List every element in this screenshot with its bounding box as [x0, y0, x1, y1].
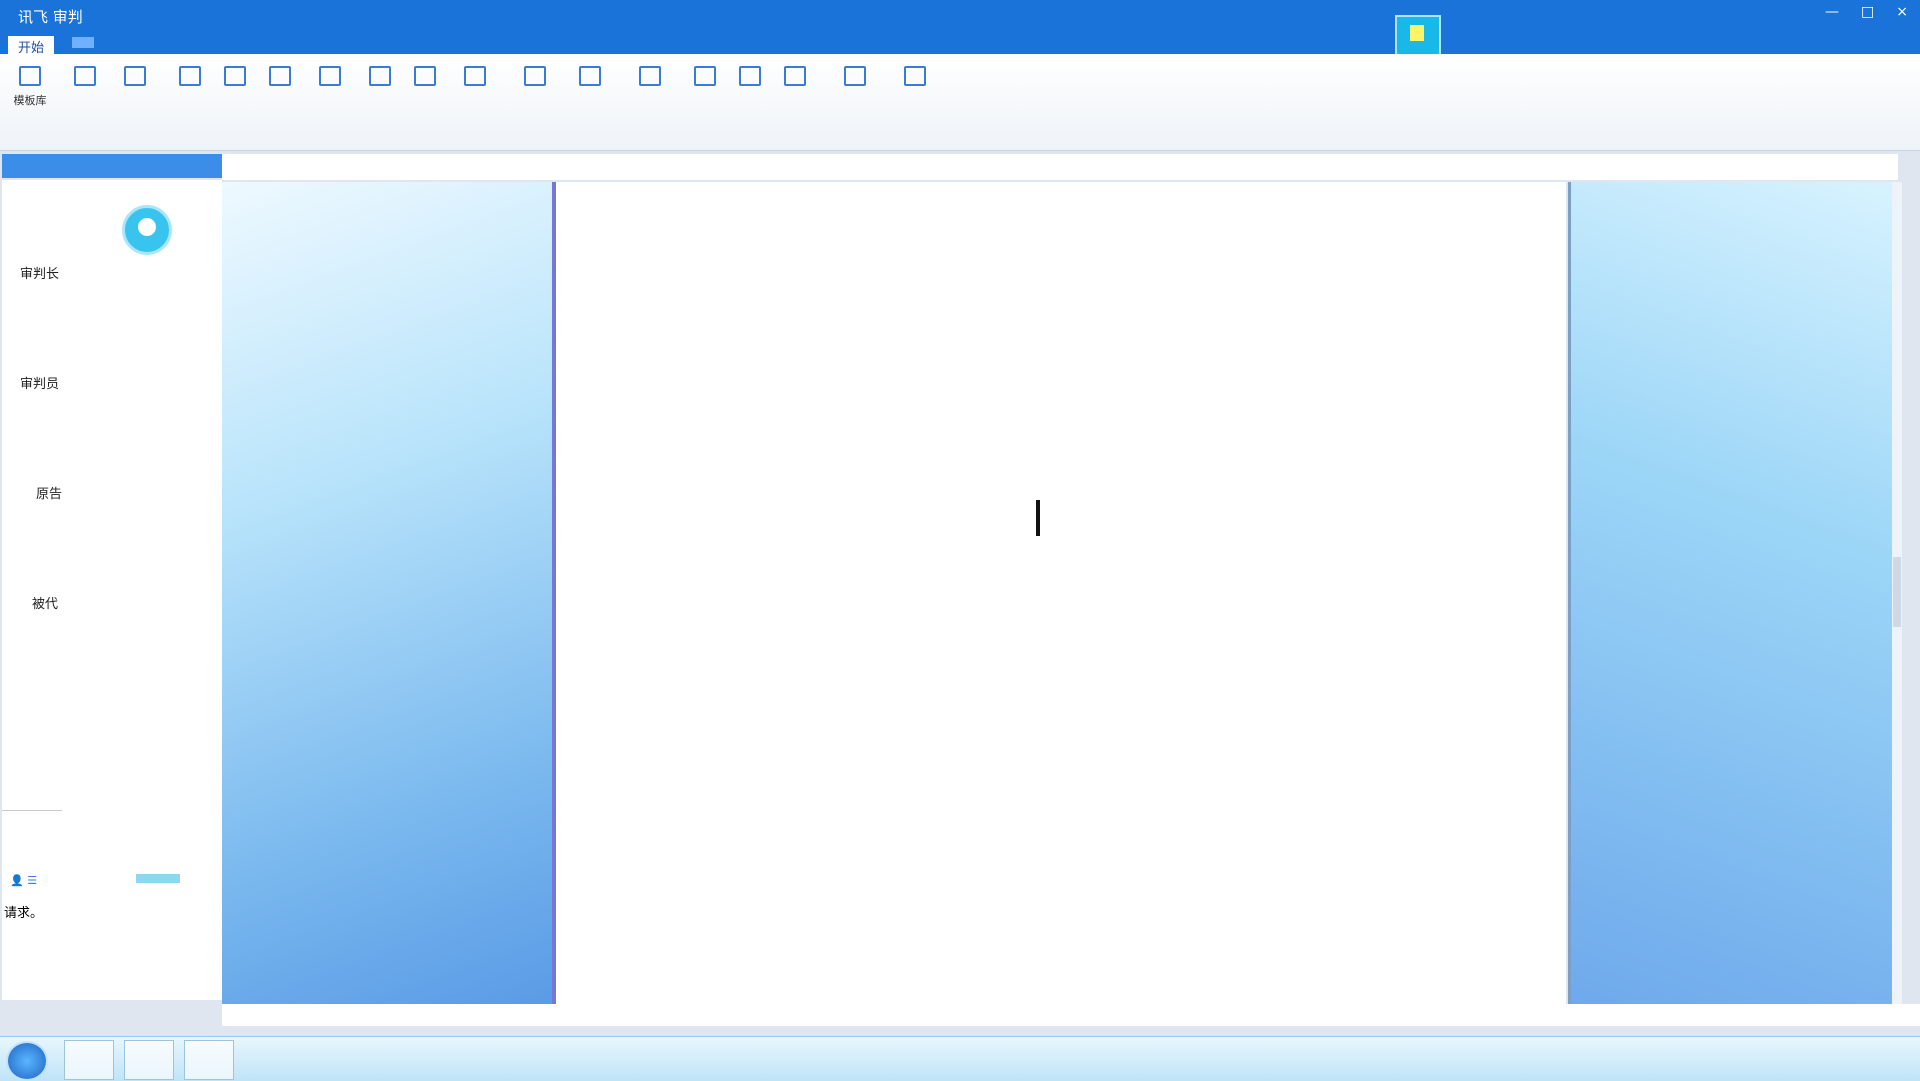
close-button[interactable]: ×: [1896, 4, 1908, 20]
pause-icon: [224, 66, 246, 86]
tab-other[interactable]: [72, 37, 94, 48]
editor-background-left: [222, 182, 556, 1004]
participant-label: 审判员: [20, 377, 60, 392]
avatar[interactable]: [122, 205, 172, 255]
tool-button[interactable]: [505, 66, 565, 92]
document-icon: [74, 66, 96, 86]
document-page[interactable]: [556, 182, 1566, 1004]
document-header: [222, 154, 1898, 180]
participant-label: 审判长: [20, 267, 60, 282]
vertical-scrollbar[interactable]: [1892, 182, 1902, 1004]
participant-label: 被代: [32, 597, 59, 612]
box-icon: [784, 66, 806, 86]
taskbar-editor-icon[interactable]: [184, 1040, 234, 1080]
editor-background-right: [1568, 182, 1901, 1004]
list-icon: [579, 66, 601, 86]
tool-button[interactable]: [620, 66, 680, 92]
text-cursor: [1036, 500, 1040, 536]
template-icon: [19, 66, 41, 86]
minimize-button[interactable]: —: [1825, 4, 1839, 20]
participant-label: 原告: [36, 487, 63, 502]
info-icon: [904, 66, 926, 86]
tool-button[interactable]: [825, 66, 885, 92]
folder-icon: [124, 66, 146, 86]
app-badge-icon[interactable]: [1395, 15, 1441, 59]
tool-button[interactable]: [765, 66, 825, 92]
text-icon: [369, 66, 391, 86]
taskbar-folder-icon[interactable]: [64, 1040, 114, 1080]
divider: [2, 810, 62, 811]
link-icon: [524, 66, 546, 86]
user-icon[interactable]: 👤 ☰: [10, 874, 37, 887]
tool-button[interactable]: [105, 66, 165, 92]
edit-icon: [739, 66, 761, 86]
tool-button[interactable]: [445, 66, 505, 92]
page-icon: [179, 66, 201, 86]
left-panel-tab[interactable]: [2, 154, 222, 178]
template-library-button[interactable]: 模板库: [0, 66, 60, 108]
title-bar: 讯飞 审判 — □ × 开始: [0, 0, 1920, 59]
ribbon-toolbar: 模板库: [0, 54, 1920, 151]
tool-button[interactable]: [560, 66, 620, 92]
request-text: 请求。: [4, 906, 44, 921]
tool-label: 模板库: [13, 94, 47, 107]
status-indicator: [136, 874, 180, 883]
taskbar: [0, 1036, 1920, 1081]
taskbar-app-icon[interactable]: [124, 1040, 174, 1080]
maximize-button[interactable]: □: [1861, 4, 1874, 20]
grid-icon: [414, 66, 436, 86]
participants-panel: 审判长 审判员 原告 被代 👤 ☰ 请求。: [2, 180, 223, 1000]
format-icon: [319, 66, 341, 86]
window-controls: — □ ×: [1825, 4, 1908, 20]
tool-button[interactable]: [885, 66, 945, 92]
windows-start-icon[interactable]: [6, 1041, 48, 1081]
settings-icon: [844, 66, 866, 86]
app-title: 讯飞 审判: [18, 8, 83, 26]
scrollbar-thumb[interactable]: [1893, 557, 1901, 627]
flag-icon: [694, 66, 716, 86]
bracket-icon: [269, 66, 291, 86]
status-bar: [222, 1004, 1920, 1026]
eye-icon: [464, 66, 486, 86]
square-icon: [639, 66, 661, 86]
